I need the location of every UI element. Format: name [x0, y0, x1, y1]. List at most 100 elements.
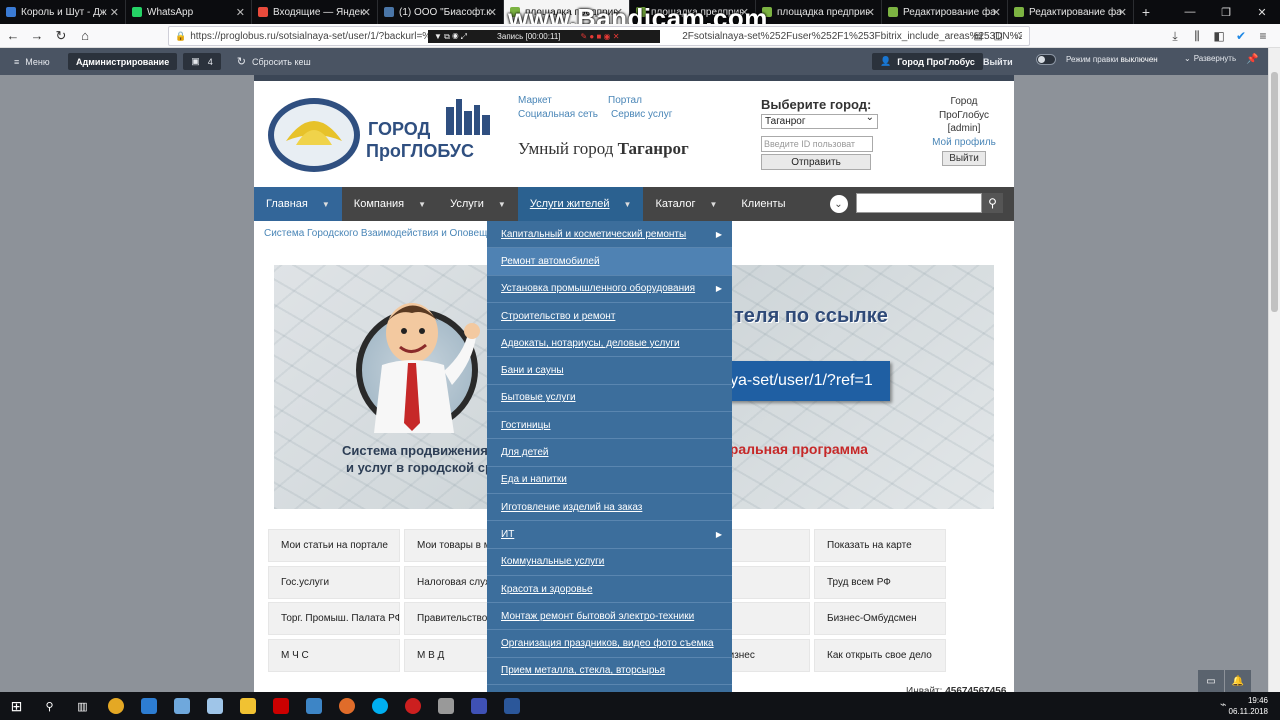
sidebar-icon[interactable]: ◧ [1208, 26, 1230, 46]
dropdown-item[interactable]: Еда и напитки [487, 467, 732, 494]
city-dropdown[interactable]: Таганрог [761, 112, 878, 129]
link-services[interactable]: Сервис услуг [611, 109, 672, 120]
hamburger-menu-icon[interactable]: ≡ [1252, 26, 1274, 46]
tab-close-icon[interactable]: ✕ [236, 6, 245, 19]
breadcrumb[interactable]: Система Городского Взаимодействия и Опов… [264, 228, 509, 239]
menu-item-resident-services[interactable]: Услуги жителей ▼ [517, 187, 644, 221]
browser-tab[interactable]: (1) ООО "Биасофт.ком"✕ [378, 0, 504, 24]
tile-show-map[interactable]: Показать на карте [814, 529, 946, 562]
dropdown-item[interactable]: Для детей [487, 439, 732, 467]
reader-icon[interactable]: ▤ [974, 31, 983, 42]
browser-tab[interactable]: Входящие — Яндекс.П✕ [252, 0, 378, 24]
link-portal[interactable]: Портал [608, 95, 642, 106]
dropdown-item[interactable]: Строительство и ремонт [487, 303, 732, 331]
reload-icon[interactable]: ↻ [50, 25, 72, 47]
explorer-icon[interactable] [231, 692, 264, 720]
home-icon[interactable]: ⌂ [74, 25, 96, 47]
record-controls-icon[interactable]: ▼ ⧉ ◉ ⤢ [434, 32, 467, 42]
dropdown-item[interactable]: Монтаж ремонт бытовой электро-техники [487, 603, 732, 631]
dropdown-item[interactable]: ИТ ▶ [487, 521, 732, 549]
windows-start-icon[interactable]: ⊞ [0, 692, 33, 720]
word-icon[interactable] [495, 692, 528, 720]
tile-chamber-commerce[interactable]: Торг. Промыш. Палата РФ [268, 602, 400, 635]
admin-exit-button[interactable]: Выйти [983, 53, 1013, 70]
menu-item-home[interactable]: Главная ▼ [254, 187, 342, 221]
skype-icon[interactable] [363, 692, 396, 720]
expand-button[interactable]: ⌄ Развернуть [1184, 54, 1236, 63]
tile-work-for-all[interactable]: Труд всем РФ [814, 565, 946, 599]
search-icon[interactable]: ⚲ [33, 692, 66, 720]
user-id-input[interactable]: Введите ID пользоват [761, 136, 873, 152]
dropdown-item[interactable]: Прием металла, стекла, вторсырья [487, 658, 732, 686]
page-scrollbar[interactable] [1268, 48, 1280, 692]
browser-tab[interactable]: Редактирование файл✕ [1008, 0, 1134, 24]
app-icon-5[interactable] [462, 692, 495, 720]
system-clock[interactable]: 19:46 06.11.2018 [1229, 695, 1268, 717]
close-window-icon[interactable]: ✕ [1244, 0, 1280, 24]
scrollbar-thumb[interactable] [1271, 72, 1278, 312]
clear-cache-button[interactable]: ↻ Сбросить кеш [237, 55, 311, 68]
dropdown-item[interactable]: Организация праздников, видео фото съемк… [487, 630, 732, 658]
new-tab-button[interactable]: + [1134, 0, 1158, 24]
tile-business-ombudsman[interactable]: Бизнес-Омбудсмен [814, 602, 946, 635]
dropdown-item[interactable]: Гостиницы [487, 412, 732, 440]
dropdown-item[interactable]: Бани и сауны [487, 357, 732, 385]
app-icon-1[interactable] [165, 692, 198, 720]
toggle-switch[interactable] [1036, 54, 1056, 65]
tab-close-icon[interactable]: ✕ [110, 6, 119, 19]
site-logo[interactable]: ГОРОД ПроГЛОБУС [266, 95, 496, 175]
record-stop-icon[interactable]: ✎ ● ■ ◉ ✕ [581, 32, 620, 41]
admin-user-button[interactable]: 👤 Город ПроГлобус [872, 53, 983, 70]
pin-icon[interactable]: 📌 [1246, 54, 1258, 65]
filezilla-icon[interactable] [264, 692, 297, 720]
maximize-icon[interactable]: ❐ [1208, 0, 1244, 24]
back-icon[interactable]: ← [2, 25, 24, 47]
search-icon[interactable]: ⚲ [982, 193, 1003, 213]
app-icon-3[interactable] [297, 692, 330, 720]
app-icon-4[interactable] [429, 692, 462, 720]
bandicam-icon[interactable] [396, 692, 429, 720]
browser-tab[interactable]: Редактирование файл✕ [882, 0, 1008, 24]
library-icon[interactable]: ⫼ [1186, 26, 1208, 46]
notifications-button[interactable]: ▣ 4 [183, 53, 221, 70]
tab-close-icon[interactable]: ✕ [488, 6, 497, 19]
dropdown-item[interactable]: Ремонт автомобилей [487, 248, 732, 276]
download-icon[interactable]: ⤓ [1164, 26, 1186, 46]
pocket-icon[interactable]: ◫ [994, 31, 1003, 42]
firefox-icon[interactable] [330, 692, 363, 720]
edge-icon[interactable] [132, 692, 165, 720]
administration-button[interactable]: Администрирование [68, 53, 178, 70]
browser-tab[interactable]: Король и Шут - Дж ✕ [0, 0, 126, 24]
tab-close-icon[interactable]: ✕ [992, 6, 1001, 19]
dropdown-item[interactable]: Адвокаты, нотариусы, деловые услуги [487, 330, 732, 358]
edit-mode-toggle[interactable]: Режим правки выключен [1036, 54, 1158, 65]
search-input[interactable] [856, 193, 982, 213]
logout-button[interactable]: Выйти [942, 151, 986, 166]
menu-more-button[interactable]: ⌄ [829, 195, 848, 213]
chat-icon[interactable]: ▭ [1198, 670, 1224, 692]
dropdown-item[interactable]: Бытовые услуги [487, 385, 732, 413]
dropdown-item[interactable]: Установка промышленного оборудования ▶ [487, 276, 732, 303]
forward-icon[interactable]: → [26, 25, 48, 47]
bookmark-star-icon[interactable]: ☆ [1014, 31, 1023, 42]
tile-emergency[interactable]: М Ч С [268, 638, 400, 672]
tab-close-icon[interactable]: ✕ [866, 6, 875, 19]
link-social[interactable]: Социальная сеть [518, 109, 598, 120]
tab-close-icon[interactable]: ✕ [362, 6, 371, 19]
dropdown-item[interactable]: Иготовление изделий на заказ [487, 494, 732, 522]
my-profile-link[interactable]: Мой профиль [929, 136, 999, 150]
tab-close-icon[interactable]: ✕ [1118, 6, 1127, 19]
dropdown-item[interactable]: Коммунальные услуги [487, 549, 732, 576]
dropdown-item[interactable]: Красота и здоровье [487, 576, 732, 604]
menu-item-catalog[interactable]: Каталог ▼ [643, 187, 729, 221]
tile-how-to-open[interactable]: Как открыть свое дело [814, 638, 946, 672]
link-market[interactable]: Маркет [518, 95, 552, 106]
menu-item-company[interactable]: Компания ▼ [342, 187, 438, 221]
task-view-icon[interactable]: ▥ [66, 692, 99, 720]
tray-network-icon[interactable]: ⌁ [1220, 698, 1227, 711]
admin-menu-button[interactable]: ≡ Меню [0, 48, 62, 75]
app-icon-2[interactable] [198, 692, 231, 720]
menu-item-services[interactable]: Услуги ▼ [438, 187, 518, 221]
minimize-icon[interactable]: — [1172, 0, 1208, 24]
send-button[interactable]: Отправить [761, 154, 871, 170]
